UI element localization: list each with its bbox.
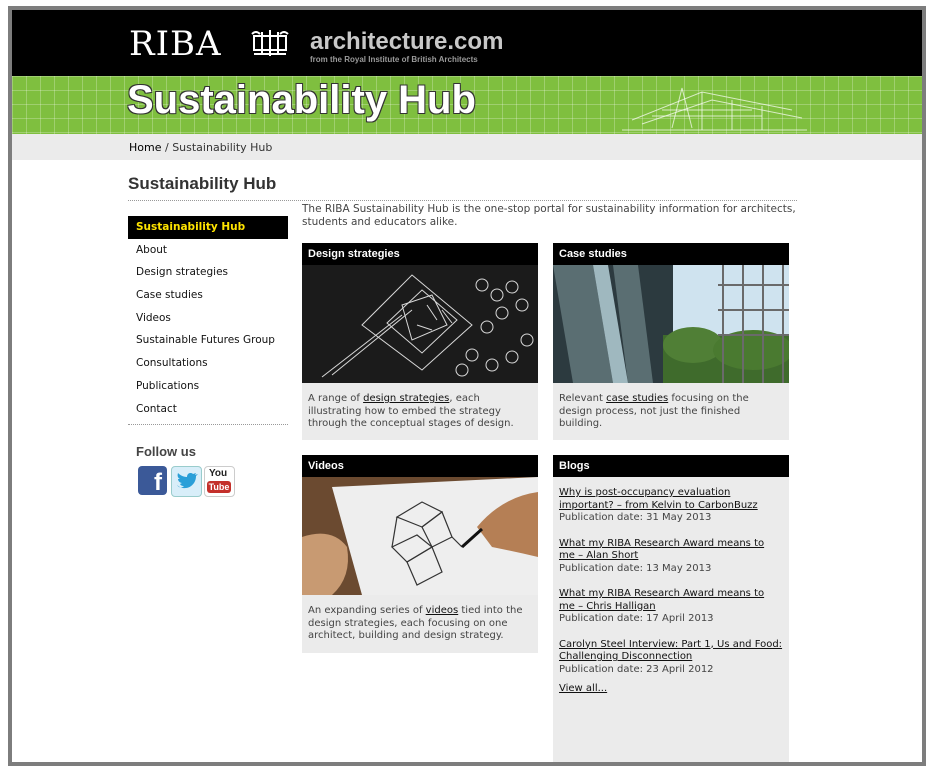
case-text-before: Relevant xyxy=(559,393,607,404)
breadcrumb: Home / Sustainability Hub xyxy=(129,141,272,154)
follow-us-heading: Follow us xyxy=(136,444,196,459)
sidebar-item-contact[interactable]: Contact xyxy=(128,398,288,421)
intro-text: The RIBA Sustainability Hub is the one-s… xyxy=(302,203,796,228)
blog-list: Why is post-occupancy evaluation importa… xyxy=(553,477,789,694)
site-title[interactable]: architecture.com xyxy=(310,28,503,56)
riba-logo-text[interactable]: RIBA xyxy=(129,24,222,64)
blogs-heading[interactable]: Blogs xyxy=(553,455,789,477)
riba-crest-icon xyxy=(251,30,289,56)
youtube-icon[interactable]: You Tube xyxy=(204,466,235,497)
breadcrumb-bar: Home / Sustainability Hub xyxy=(12,134,922,160)
sidebar-item-videos[interactable]: Videos xyxy=(128,307,288,330)
videos-heading[interactable]: Videos xyxy=(302,455,538,477)
hub-banner: Sustainability Hub xyxy=(12,76,922,134)
case-studies-panel: Case studies Relevant case studies focus… xyxy=(553,243,789,440)
page-title: Sustainability Hub xyxy=(128,174,277,193)
sidebar-item-sustainability-hub[interactable]: Sustainability Hub xyxy=(128,216,288,239)
design-strategies-image[interactable] xyxy=(302,265,538,383)
blog-post-date: Publication date: 31 May 2013 xyxy=(559,512,712,523)
sidebar-nav: Sustainability Hub About Design strategi… xyxy=(128,216,288,426)
breadcrumb-home-link[interactable]: Home xyxy=(129,141,161,154)
page-frame: RIBA architecture.com from the Royal Ins… xyxy=(8,6,926,766)
view-all-blogs-link[interactable]: View all... xyxy=(559,683,783,694)
case-studies-link[interactable]: case studies xyxy=(606,393,668,404)
blogs-panel: Blogs Why is post-occupancy evaluation i… xyxy=(553,455,789,762)
list-item: What my RIBA Research Award means to me … xyxy=(559,538,783,576)
list-item: Carolyn Steel Interview: Part 1, Us and … xyxy=(559,639,783,677)
sidebar-item-publications[interactable]: Publications xyxy=(128,375,288,398)
blog-post-date: Publication date: 13 May 2013 xyxy=(559,562,712,574)
twitter-bird-icon xyxy=(177,473,198,489)
design-strategies-link[interactable]: design strategies xyxy=(363,393,449,404)
facebook-icon[interactable]: f xyxy=(138,466,167,496)
breadcrumb-current: Sustainability Hub xyxy=(172,141,273,154)
case-studies-heading[interactable]: Case studies xyxy=(553,243,789,265)
videos-description: An expanding series of videos tied into … xyxy=(302,595,538,649)
blog-post-link[interactable]: What my RIBA Research Award means to me … xyxy=(559,538,783,563)
sidebar-item-design-strategies[interactable]: Design strategies xyxy=(128,261,288,284)
blog-post-date: Publication date: 17 April 2013 xyxy=(559,613,714,624)
case-studies-description: Relevant case studies focusing on the de… xyxy=(553,383,789,437)
blog-post-date: Publication date: 23 April 2012 xyxy=(559,663,714,675)
blog-post-link[interactable]: Carolyn Steel Interview: Part 1, Us and … xyxy=(559,639,783,664)
twitter-icon[interactable] xyxy=(171,466,202,497)
videos-panel: Videos An expanding series of videos tie… xyxy=(302,455,538,653)
list-item: What my RIBA Research Award means to me … xyxy=(559,588,783,626)
videos-text-before: An expanding series of xyxy=(308,605,426,616)
videos-image[interactable] xyxy=(302,477,538,595)
title-divider xyxy=(128,200,797,201)
blog-post-link[interactable]: Why is post-occupancy evaluation importa… xyxy=(559,487,783,512)
case-studies-image[interactable] xyxy=(553,265,789,383)
sidebar-item-sustainable-futures-group[interactable]: Sustainable Futures Group xyxy=(128,329,288,352)
design-strategies-panel: Design strategies A range of design stra… xyxy=(302,243,538,440)
site-header: RIBA architecture.com from the Royal Ins… xyxy=(12,10,922,76)
blog-post-link[interactable]: What my RIBA Research Award means to me … xyxy=(559,588,783,613)
facebook-letter: f xyxy=(154,469,162,496)
breadcrumb-separator: / xyxy=(161,141,173,154)
design-strategies-description: A range of design strategies, each illus… xyxy=(302,383,538,437)
design-strategies-heading[interactable]: Design strategies xyxy=(302,243,538,265)
building-sketch-icon xyxy=(622,87,807,131)
sidebar-divider xyxy=(128,424,288,426)
youtube-tube: Tube xyxy=(207,481,231,493)
site-subtitle: from the Royal Institute of British Arch… xyxy=(310,55,478,64)
design-text-before: A range of xyxy=(308,393,364,404)
list-item: Why is post-occupancy evaluation importa… xyxy=(559,487,783,525)
sidebar-item-consultations[interactable]: Consultations xyxy=(128,352,288,375)
banner-title: Sustainability Hub xyxy=(127,78,476,122)
sidebar-item-about[interactable]: About xyxy=(128,239,288,262)
videos-link[interactable]: videos xyxy=(426,605,459,616)
sidebar-item-case-studies[interactable]: Case studies xyxy=(128,284,288,307)
youtube-you: You xyxy=(209,468,228,479)
